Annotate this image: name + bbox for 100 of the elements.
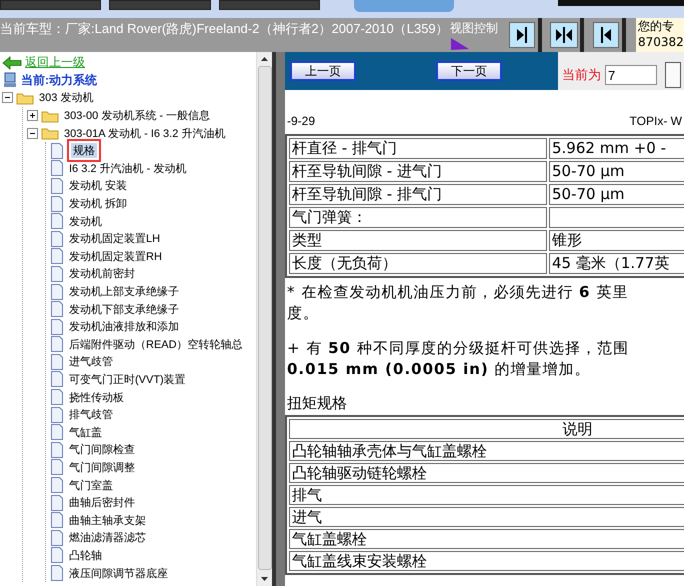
page-input[interactable]: 7 [605,65,657,85]
scrollbar[interactable] [256,52,272,586]
arrows-inward-icon [550,22,578,48]
collapse-icon[interactable] [27,128,38,139]
document-icon [50,178,64,194]
note-text: + 有 50 种不同厚度的分级挺杆可供选择，范围 [287,338,630,359]
note-text: 0.015 mm (0.0005 in) 的增量增加。 [287,359,592,380]
document-icon [50,512,64,528]
table-cell: 气缸盖线束安装螺栓 [289,551,684,571]
info-text: 870382 [638,34,684,50]
tree-item[interactable]: 303-01A 发动机 - I6 3.2 升汽油机 [62,126,228,141]
tree-item[interactable]: 曲轴主轴承支架 [67,512,148,528]
current-page-label: 当前为 [562,67,601,84]
tree-item[interactable]: 挠性传动板 [67,390,126,405]
view-button[interactable] [590,18,626,52]
expand-icon[interactable] [27,110,38,122]
collapse-icon[interactable] [2,92,13,104]
document-icon [50,301,64,318]
section-title: 扭矩规格 [287,394,348,413]
document-icon [50,196,64,212]
tree-item[interactable]: 303 发动机 [37,90,96,106]
table-cell: 凸轮轴驱动链轮螺栓 [289,463,684,483]
tree-item[interactable]: 发动机固定装置RH [67,248,164,264]
prev-page-button[interactable]: 上一页 [290,61,356,81]
document-icon [50,547,64,564]
tree-item[interactable]: 发动机油液排放和添加 [67,319,181,334]
document-icon [50,459,64,476]
column-header: 说明 [289,419,684,439]
tree-item[interactable]: 发动机下部支承绝缘子 [67,302,181,317]
info-text: 您的专 [638,18,675,34]
tree-item[interactable]: 后端附件驱动（READ）空转轮轴总 [67,336,245,352]
tree-item[interactable]: 气缸盖 [67,424,104,440]
tree-item[interactable]: 发动机 拆卸 [67,196,130,212]
document-icon [50,371,64,388]
document-icon [50,336,64,352]
tree-item[interactable]: 发动机 [67,214,104,229]
document-source: TOPIx- W [630,114,682,128]
document-icon [50,142,64,159]
tree-item[interactable]: 液压间隙调节器底座 [67,566,170,581]
tree-item[interactable]: 气门间隙检查 [67,442,137,458]
tree-item[interactable]: 气门室盖 [67,478,115,493]
next-page-button[interactable]: 下一页 [436,61,502,81]
document-icon [50,530,64,546]
tree-item[interactable]: 燃油滤清器滤芯 [67,530,148,546]
tree-item[interactable]: 凸轮轴 [67,548,104,563]
table-cell: 5.962 mm +0 - [549,138,684,159]
document-icon [50,284,64,300]
tree-item[interactable]: 排气歧管 [67,407,115,422]
document-icon [50,354,64,370]
document-icon [50,266,64,282]
tree-item[interactable]: 发动机前密封 [67,266,137,282]
document-icon [50,494,64,511]
table-cell: 杆直径 - 排气门 [289,138,547,159]
document-icon [50,318,64,335]
view-button[interactable] [506,18,542,52]
folder-icon [41,108,59,123]
tree-item[interactable]: I6 3.2 升汽油机 - 发动机 [67,160,188,176]
document-date: -9-29 [287,114,316,128]
tree-item[interactable]: 发动机上部支承绝缘子 [67,284,181,300]
back-link[interactable]: 返回上一级 [25,54,85,72]
table-cell: 50-70 μm [549,184,684,205]
tree-item[interactable]: 曲轴后密封件 [67,495,137,510]
view-control-label: 视图控制 [450,20,499,37]
folder-icon [41,126,59,140]
document-icon [50,406,64,423]
computer-icon [2,72,18,88]
table-cell: 杆至导轨间隙 - 进气门 [289,161,547,182]
tree-item[interactable]: 规格 [71,143,97,158]
document-icon [50,442,64,458]
tree-item[interactable]: 发动机 安装 [67,178,130,194]
document-icon [50,160,64,176]
back-arrow-icon [2,56,22,70]
table-cell: 排气 [289,485,684,505]
table-cell: 长度（无负荷） [289,253,547,274]
table-cell: 凸轮轴轴承壳体与气缸盖螺栓 [289,441,684,461]
table-cell: 类型 [289,230,547,251]
note-text: * 在检查发动机机油压力前，必须先进行 6 英里 [287,282,630,303]
table-cell: 锥形 [549,230,684,251]
current-location: 当前:动力系统 [21,72,97,89]
view-button[interactable] [548,18,584,52]
table-cell: 杆至导轨间隙 - 排气门 [289,184,547,205]
vehicle-title: 当前车型：厂家:Land Rover(路虎)Freeland-2（神行者2）2007-2010（L359） [0,20,450,38]
document-icon [50,230,64,247]
document-icon [50,565,64,582]
table-cell: 进气 [289,507,684,527]
tree-item[interactable]: 发动机固定装置LH [67,231,162,246]
tree-item[interactable]: 303-00 发动机系统 - 一般信息 [62,108,212,124]
document-icon [50,424,64,440]
go-button[interactable] [665,62,681,88]
tree-item[interactable]: 可变气门正时(VVT)装置 [67,372,188,387]
table-cell: 45 毫米（1.77英 [549,253,684,274]
table-cell: 气门弹簧： [289,207,547,228]
document-icon [50,213,64,230]
document-icon [50,477,64,494]
triangle-icon [450,37,470,51]
table-cell: 气缸盖螺栓 [289,529,684,549]
tree-item[interactable]: 气门间隙调整 [67,460,137,475]
tree-item[interactable]: 进气歧管 [67,354,115,370]
document-icon [50,389,64,406]
table-cell: 50-70 μm [549,161,684,182]
